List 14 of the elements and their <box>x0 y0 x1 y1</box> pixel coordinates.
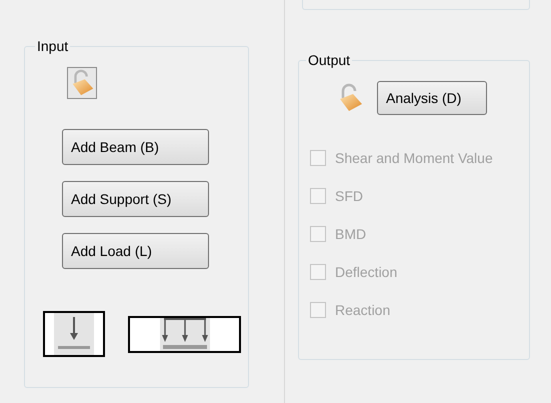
distributed-load-icon[interactable] <box>128 316 241 352</box>
point-load-icon[interactable] <box>43 311 105 357</box>
checkbox-label: SFD <box>335 186 363 206</box>
add-button[interactable]: Add Support (S) <box>62 181 209 217</box>
add-button[interactable]: Add Beam (B) <box>62 129 209 165</box>
checkbox-label: Deflection <box>335 262 398 282</box>
checkbox-label: Shear and Moment Value <box>335 148 493 168</box>
checkbox-label: BMD <box>335 224 366 244</box>
checkbox-label: Reaction <box>335 300 390 320</box>
add-button[interactable]: Add Load (L) <box>62 233 209 269</box>
group-title: Output <box>307 51 352 70</box>
lock-icon <box>67 67 97 99</box>
group-title: Input <box>36 37 70 56</box>
analysis-button[interactable]: Analysis (D) <box>377 81 487 115</box>
